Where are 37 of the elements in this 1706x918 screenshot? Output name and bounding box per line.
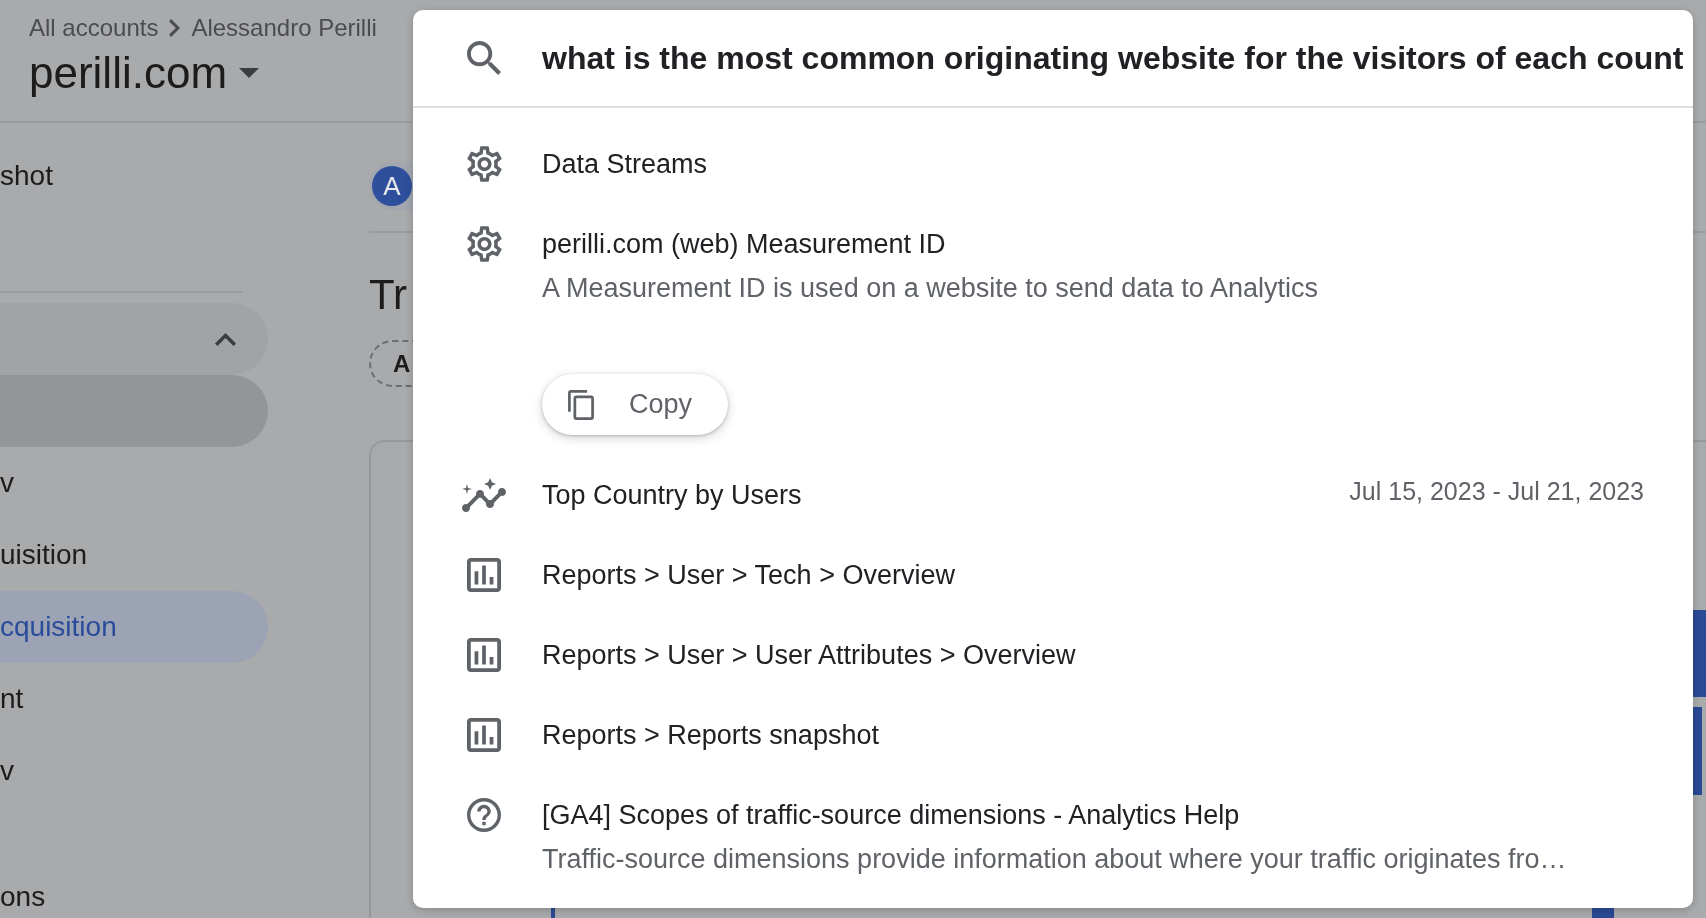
result-title[interactable]: Reports > User > Tech > Overview	[542, 555, 955, 595]
date-range: Jul 15, 2023 - Jul 21, 2023	[1349, 476, 1644, 507]
result-title[interactable]: Reports > User > User Attributes > Overview	[542, 635, 1076, 675]
result-title[interactable]: Data Streams	[542, 144, 708, 184]
bar-chart-icon	[467, 638, 501, 672]
result-title[interactable]: Reports > Reports snapshot	[542, 715, 879, 755]
search-icon	[467, 41, 501, 75]
copy-icon	[568, 389, 594, 420]
result-description: Traffic-source dimensions provide information about where your traffic originates fro…	[542, 843, 1567, 876]
avatar: A	[372, 166, 412, 206]
breadcrumb-link[interactable]: Alessandro Perilli	[191, 13, 377, 43]
result-title[interactable]: [GA4] Scopes of traffic-source dimensions - Analytics Help	[542, 795, 1240, 835]
result-description: A Measurement ID is used on a website to send data to Analytics	[542, 272, 1318, 305]
chart-bar	[1592, 908, 1614, 918]
sidebar-item[interactable]: v	[0, 447, 268, 519]
sidebar-item[interactable]: shot	[0, 140, 268, 212]
bar-chart-icon	[467, 558, 501, 592]
chart-bar	[551, 908, 555, 918]
gear-icon	[466, 226, 502, 262]
sidebar-item[interactable]: v	[0, 735, 268, 807]
property-selector[interactable]: perilli.com	[29, 49, 228, 97]
nav-group-header[interactable]	[0, 303, 268, 375]
result-title[interactable]: perilli.com (web) Measurement ID	[542, 224, 946, 264]
sidebar-item[interactable]: uisition	[0, 519, 268, 591]
sidebar-item[interactable]: nt	[0, 663, 268, 735]
result-title[interactable]: Top Country by Users	[542, 475, 802, 515]
search-field[interactable]: what is the most common originating website for the visitors of each count	[542, 39, 1684, 77]
bar-chart-icon	[467, 718, 501, 752]
page-title: Tr	[369, 270, 408, 320]
caret-down-icon[interactable]	[239, 68, 260, 78]
chevron-right-icon	[169, 19, 181, 37]
copy-button[interactable]: Copy	[542, 374, 729, 435]
gear-icon	[466, 146, 502, 182]
breadcrumb-link[interactable]: All accounts	[29, 13, 159, 43]
sidebar-item[interactable]: ons	[0, 877, 268, 917]
sparkle-trend-icon	[462, 478, 506, 512]
help-icon	[467, 798, 501, 832]
